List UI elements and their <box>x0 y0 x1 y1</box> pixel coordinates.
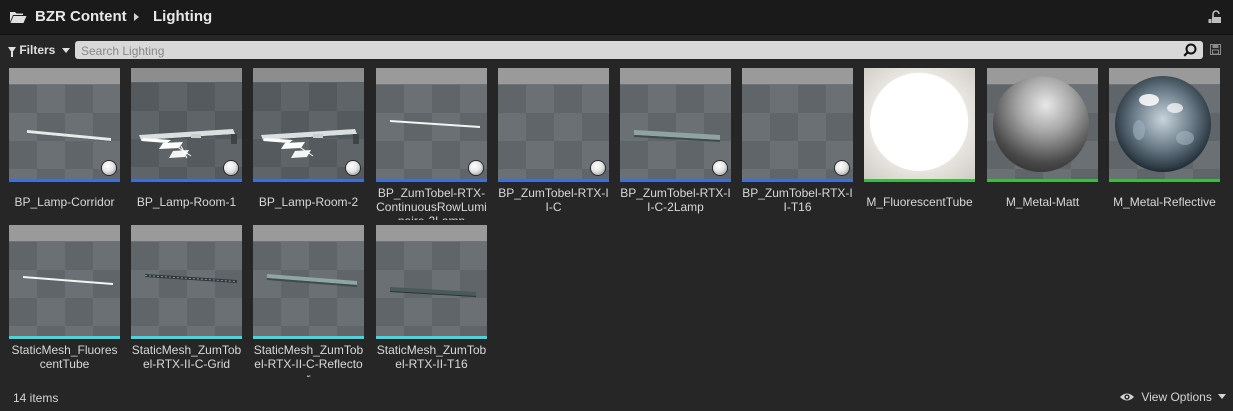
asset-thumbnail <box>131 225 242 336</box>
asset-thumbnail <box>9 225 120 336</box>
asset-label: M_Metal-Reflective <box>1113 195 1216 209</box>
asset-tile[interactable]: M_Metal-Matt <box>987 68 1098 220</box>
asset-label: BP_ZumTobel-RTX-II-C-2Lamp <box>620 186 731 214</box>
sphere-white-preview <box>870 73 968 171</box>
t16-bar-preview <box>390 287 476 297</box>
breadcrumb-bar: BZR Content Lighting <box>0 0 1233 35</box>
asset-type-strip <box>742 179 853 182</box>
asset-thumbnail <box>620 68 731 179</box>
blueprint-preview-sphere-icon <box>224 161 238 175</box>
view-options-button[interactable]: View Options <box>1119 390 1227 404</box>
asset-tile[interactable]: BP_Lamp-Room-1 <box>131 68 242 220</box>
funnel-icon <box>8 47 16 57</box>
asset-label: StaticMesh_FluorescentTube <box>11 343 118 371</box>
lock-open-icon[interactable] <box>1208 10 1222 24</box>
asset-label: BP_ZumTobel-RTX-II-T16 <box>742 186 853 214</box>
search-input[interactable] <box>79 42 1173 60</box>
chevron-down-icon <box>61 48 70 53</box>
blueprint-preview-sphere-icon <box>469 161 483 175</box>
sphere-matt-preview <box>993 76 1089 172</box>
asset-label: BP_Lamp-Corridor <box>14 195 115 209</box>
asset-type-strip <box>1109 179 1220 182</box>
asset-thumbnail <box>253 225 364 336</box>
asset-tile[interactable]: BP_ZumTobel-RTX-II-C <box>498 68 609 220</box>
sphere-reflective-preview <box>1115 76 1211 172</box>
asset-type-strip <box>864 179 975 182</box>
asset-thumbnail <box>987 68 1098 179</box>
blueprint-preview-sphere-icon <box>835 161 849 175</box>
asset-tile[interactable]: BP_Lamp-Corridor <box>9 68 120 220</box>
asset-type-strip <box>987 179 1098 182</box>
blueprint-preview-sphere-icon <box>102 161 116 175</box>
breadcrumb-root[interactable]: BZR Content <box>35 8 127 25</box>
asset-thumbnail <box>131 68 242 179</box>
blueprint-preview-sphere-icon <box>713 161 727 175</box>
search-icon[interactable] <box>1183 43 1197 57</box>
asset-tile[interactable]: M_Metal-Reflective <box>1109 68 1220 220</box>
asset-tile[interactable]: BP_ZumTobel-RTX-ContinuousRowLuminaire-2… <box>376 68 487 220</box>
asset-tile[interactable]: BP_ZumTobel-RTX-II-T16 <box>742 68 853 220</box>
filters-label: Filters <box>19 43 56 57</box>
asset-label: StaticMesh_ZumTobel-RTX-II-C-Grid <box>131 343 242 371</box>
filter-bar: Filters <box>0 35 1233 65</box>
item-count: 14 items <box>13 391 59 405</box>
asset-label: BP_Lamp-Room-2 <box>258 195 359 209</box>
asset-tile[interactable]: BP_ZumTobel-RTX-II-C-2Lamp <box>620 68 731 220</box>
search-box <box>75 41 1203 60</box>
breadcrumb-current[interactable]: Lighting <box>153 8 212 25</box>
asset-type-strip <box>620 179 731 182</box>
asset-tile[interactable]: BP_Lamp-Room-2 <box>253 68 364 220</box>
asset-label: M_FluorescentTube <box>866 195 973 209</box>
asset-thumbnail <box>376 225 487 336</box>
reflector-bar-preview <box>267 274 357 287</box>
asset-type-strip <box>131 179 242 182</box>
asset-thumbnail <box>1109 68 1220 179</box>
asset-thumbnail <box>9 68 120 179</box>
asset-type-strip <box>131 336 242 339</box>
asset-type-strip <box>498 179 609 182</box>
asset-type-strip <box>9 179 120 182</box>
chevron-down-icon <box>1218 394 1227 399</box>
asset-thumbnail <box>253 68 364 179</box>
eye-icon <box>1120 393 1134 401</box>
asset-label: BP_ZumTobel-RTX-II-C <box>498 186 609 214</box>
asset-thumbnail <box>376 68 487 179</box>
asset-tile[interactable]: StaticMesh_ZumTobel-RTX-II-C-Reflector <box>253 225 364 377</box>
blueprint-preview-sphere-icon <box>591 161 605 175</box>
asset-label: M_Metal-Matt <box>1005 195 1080 209</box>
asset-type-strip <box>9 336 120 339</box>
asset-type-strip <box>253 336 364 339</box>
save-search-icon[interactable] <box>1210 44 1221 55</box>
asset-tile[interactable]: StaticMesh_ZumTobel-RTX-II-T16 <box>376 225 487 377</box>
status-bar: 14 items View Options <box>0 385 1233 411</box>
asset-type-strip <box>376 179 487 182</box>
folder-open-icon[interactable] <box>9 10 27 24</box>
grid-bar-preview <box>144 274 238 283</box>
asset-tile[interactable]: StaticMesh_FluorescentTube <box>9 225 120 377</box>
asset-tile[interactable]: StaticMesh_ZumTobel-RTX-II-C-Grid <box>131 225 242 377</box>
view-options-label: View Options <box>1141 390 1212 404</box>
asset-type-strip <box>376 336 487 339</box>
fluorescent-tube-preview <box>23 276 113 285</box>
asset-thumbnail <box>864 68 975 179</box>
asset-label: StaticMesh_ZumTobel-RTX-II-C-Reflector <box>253 343 364 377</box>
filters-button[interactable]: Filters <box>8 43 70 59</box>
chevron-right-icon[interactable] <box>134 13 139 21</box>
asset-label: BP_ZumTobel-RTX-ContinuousRowLuminaire-2… <box>376 186 487 220</box>
asset-type-strip <box>253 179 364 182</box>
blueprint-preview-sphere-icon <box>346 161 360 175</box>
asset-label: StaticMesh_ZumTobel-RTX-II-T16 <box>376 343 487 371</box>
asset-label: BP_Lamp-Room-1 <box>136 195 237 209</box>
asset-tile[interactable]: M_FluorescentTube <box>864 68 975 220</box>
